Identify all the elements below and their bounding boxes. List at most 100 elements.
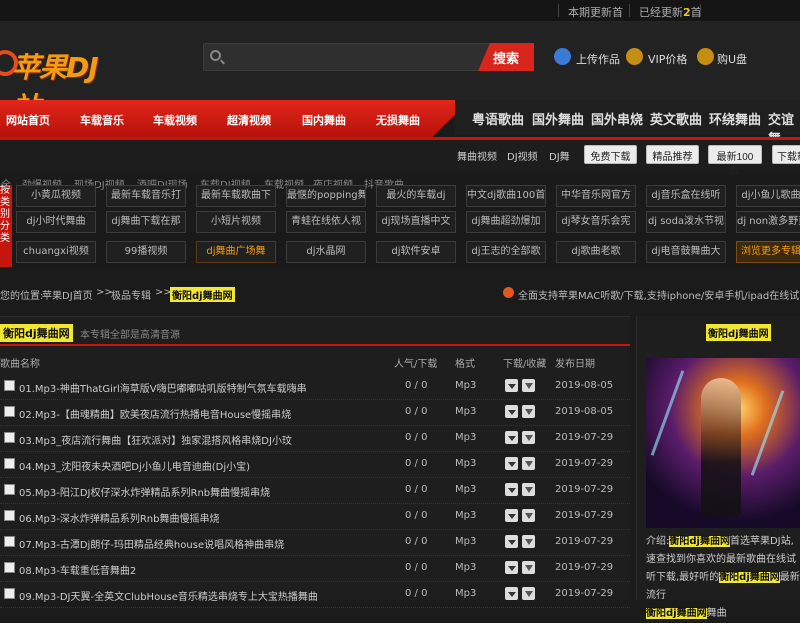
song-title-link[interactable]: 07.Mp3-古潭Dj朗仔-玛田精品经典house说唱风格神曲串烧 [19,536,379,551]
download-icon[interactable] [505,509,518,522]
main-nav: 网站首页 车载音乐 车载视频 超清视频 国内舞曲 无损舞曲 [0,100,470,137]
category-item[interactable]: dj现场直播中文 [376,211,456,233]
desc-highlight[interactable]: 衡阳dj舞曲网 [646,608,707,619]
nav-home[interactable]: 网站首页 [6,112,50,128]
album-cover-image[interactable] [646,358,800,528]
category-item[interactable]: dj软件安卓 [376,241,456,263]
song-title-link[interactable]: 04.Mp3_沈阳夜未央酒吧Dj小鱼儿电音迪曲(Dj小宝) [19,458,379,473]
category-item[interactable]: 最新车载音乐打 [106,185,186,207]
song-row: 05.Mp3-阳江DJ权仔深水炸弹精品系列Rnb舞曲慢摇串烧 0 / 0 Mp3 20… [0,478,630,504]
download-icon[interactable] [505,587,518,600]
category-item[interactable]: dj舞曲广场舞 [196,241,276,263]
nav-cantonese[interactable]: 粤语歌曲 [472,109,524,128]
category-item[interactable]: 最新车载歌曲下 [196,185,276,207]
nav-foreign-mix[interactable]: 国外串烧 [591,109,643,128]
song-checkbox[interactable] [4,536,15,547]
download-icon[interactable] [505,405,518,418]
category-item[interactable]: dj王志的全部歌 [466,241,546,263]
nav-hd-video[interactable]: 超清视频 [227,112,271,128]
favorite-icon[interactable] [522,509,535,522]
free-download-button[interactable]: 免费下载 [584,145,637,164]
song-title-link[interactable]: 09.Mp3-DJ天翼-全英文ClubHouse音乐精选串烧专上大宝热播舞曲 [19,588,379,603]
nav-foreign-dance[interactable]: 国外舞曲 [532,109,584,128]
favorite-icon[interactable] [522,587,535,600]
nav-car-video[interactable]: 车载视频 [153,112,197,128]
song-checkbox[interactable] [4,380,15,391]
category-item[interactable]: 中华音乐网官方 [556,185,636,207]
song-checkbox[interactable] [4,432,15,443]
category-item[interactable]: dj小时代舞曲 [16,211,96,233]
category-item[interactable]: dj舞曲超劲爆加 [466,211,546,233]
category-item[interactable]: dj电音鼓舞曲大 [646,241,726,263]
favorite-icon[interactable] [522,483,535,496]
category-tab-all[interactable]: 全 [1,176,11,191]
song-stats: 0 / 0 [405,432,428,443]
nav-lossless-dance[interactable]: 无损舞曲 [376,112,420,128]
favorite-icon[interactable] [522,561,535,574]
sub-link-dance-video[interactable]: 舞曲视频 [457,148,497,163]
category-item[interactable]: dj小鱼儿歌曲 [736,185,800,207]
song-checkbox[interactable] [4,588,15,599]
song-checkbox[interactable] [4,458,15,469]
favorite-icon[interactable] [522,431,535,444]
download-icon[interactable] [505,457,518,470]
favorite-icon[interactable] [522,535,535,548]
song-title-link[interactable]: 05.Mp3-阳江DJ权仔深水炸弹精品系列Rnb舞曲慢摇串烧 [19,484,379,499]
vip-price-link[interactable]: VIP价格 [648,51,687,67]
category-item[interactable]: dj soda泼水节视 [646,211,726,233]
upload-link[interactable]: 上传作品 [576,51,620,67]
nav-surround-dance[interactable]: 环绕舞曲 [709,109,761,128]
category-item[interactable]: dj歌曲老歌 [556,241,636,263]
download-icon[interactable] [505,483,518,496]
song-title-link[interactable]: 02.Mp3-【曲魂精曲】欧美夜店流行热播电音House慢摇串烧 [19,406,379,421]
song-checkbox[interactable] [4,484,15,495]
song-title-link[interactable]: 08.Mp3-车载重低音舞曲2 [19,562,379,577]
category-item[interactable]: 最火的车载dj [376,185,456,207]
category-item[interactable]: dj琴女音乐会宪 [556,211,636,233]
breadcrumb-albums[interactable]: 极品专辑 [111,287,151,302]
download-icon[interactable] [505,535,518,548]
browse-more-albums-button[interactable]: 浏览更多专辑 [736,241,800,263]
download-icon[interactable] [505,431,518,444]
favorite-icon[interactable] [522,405,535,418]
favorite-icon[interactable] [522,379,535,392]
song-title-link[interactable]: 06.Mp3-深水炸弹精品系列Rnb舞曲慢摇串烧 [19,510,379,525]
nav-car-music[interactable]: 车载音乐 [80,112,124,128]
song-checkbox[interactable] [4,510,15,521]
nav-english-songs[interactable]: 英文歌曲 [650,109,702,128]
category-item[interactable]: 小黄瓜视频 [16,185,96,207]
category-item[interactable]: 青蛙在线依人视 [286,211,366,233]
download-icon[interactable] [505,379,518,392]
song-date: 2019-07-29 [555,458,614,469]
latest-100-button[interactable]: 最新100首 [708,145,762,178]
category-item[interactable]: 中文dj歌曲100首 [466,185,546,207]
category-item[interactable]: 99播视频 [106,241,186,263]
sub-link-dj-dance[interactable]: DJ舞 [549,148,570,163]
category-item[interactable]: dj舞曲下载在那 [106,211,186,233]
breadcrumb-home[interactable]: 苹果DJ首页 [42,287,93,302]
search-input[interactable] [228,47,478,67]
desc-highlight[interactable]: 衡阳dj舞曲网 [669,536,730,547]
usb-icon [697,48,714,65]
favorite-icon[interactable] [522,457,535,470]
song-format: Mp3 [455,536,477,547]
song-title-link[interactable]: 03.Mp3_夜店流行舞曲【狂欢派对】独家混搭风格串烧DJ小玟 [19,432,379,447]
song-title-link[interactable]: 01.Mp3-神曲ThatGirl海草版V嗨巴嘟嘟咕叽版特制气氛车载嗨串 [19,380,379,395]
category-item[interactable]: 小短片视频 [196,211,276,233]
site-logo[interactable]: 苹果DJ站 [0,44,122,124]
buy-usb-link[interactable]: 购U盘 [717,51,747,67]
category-item[interactable]: dj水晶网 [286,241,366,263]
song-format: Mp3 [455,458,477,469]
song-checkbox[interactable] [4,406,15,417]
download-icon[interactable] [505,561,518,574]
desc-highlight[interactable]: 衡阳dj舞曲网 [719,572,780,583]
nav-domestic-dance[interactable]: 国内舞曲 [302,112,346,128]
category-item[interactable]: 最惬的popping舞 [286,185,366,207]
category-item[interactable]: dj音乐盒在线听 [646,185,726,207]
category-item[interactable]: chuangxi视频 [16,241,96,263]
song-checkbox[interactable] [4,562,15,573]
sub-link-dj-video[interactable]: DJ视频 [507,148,538,163]
category-item[interactable]: dj non激多野蛮 [736,211,800,233]
download-help-button[interactable]: 下载帮 [772,145,800,164]
recommended-button[interactable]: 精品推荐 [646,145,699,164]
